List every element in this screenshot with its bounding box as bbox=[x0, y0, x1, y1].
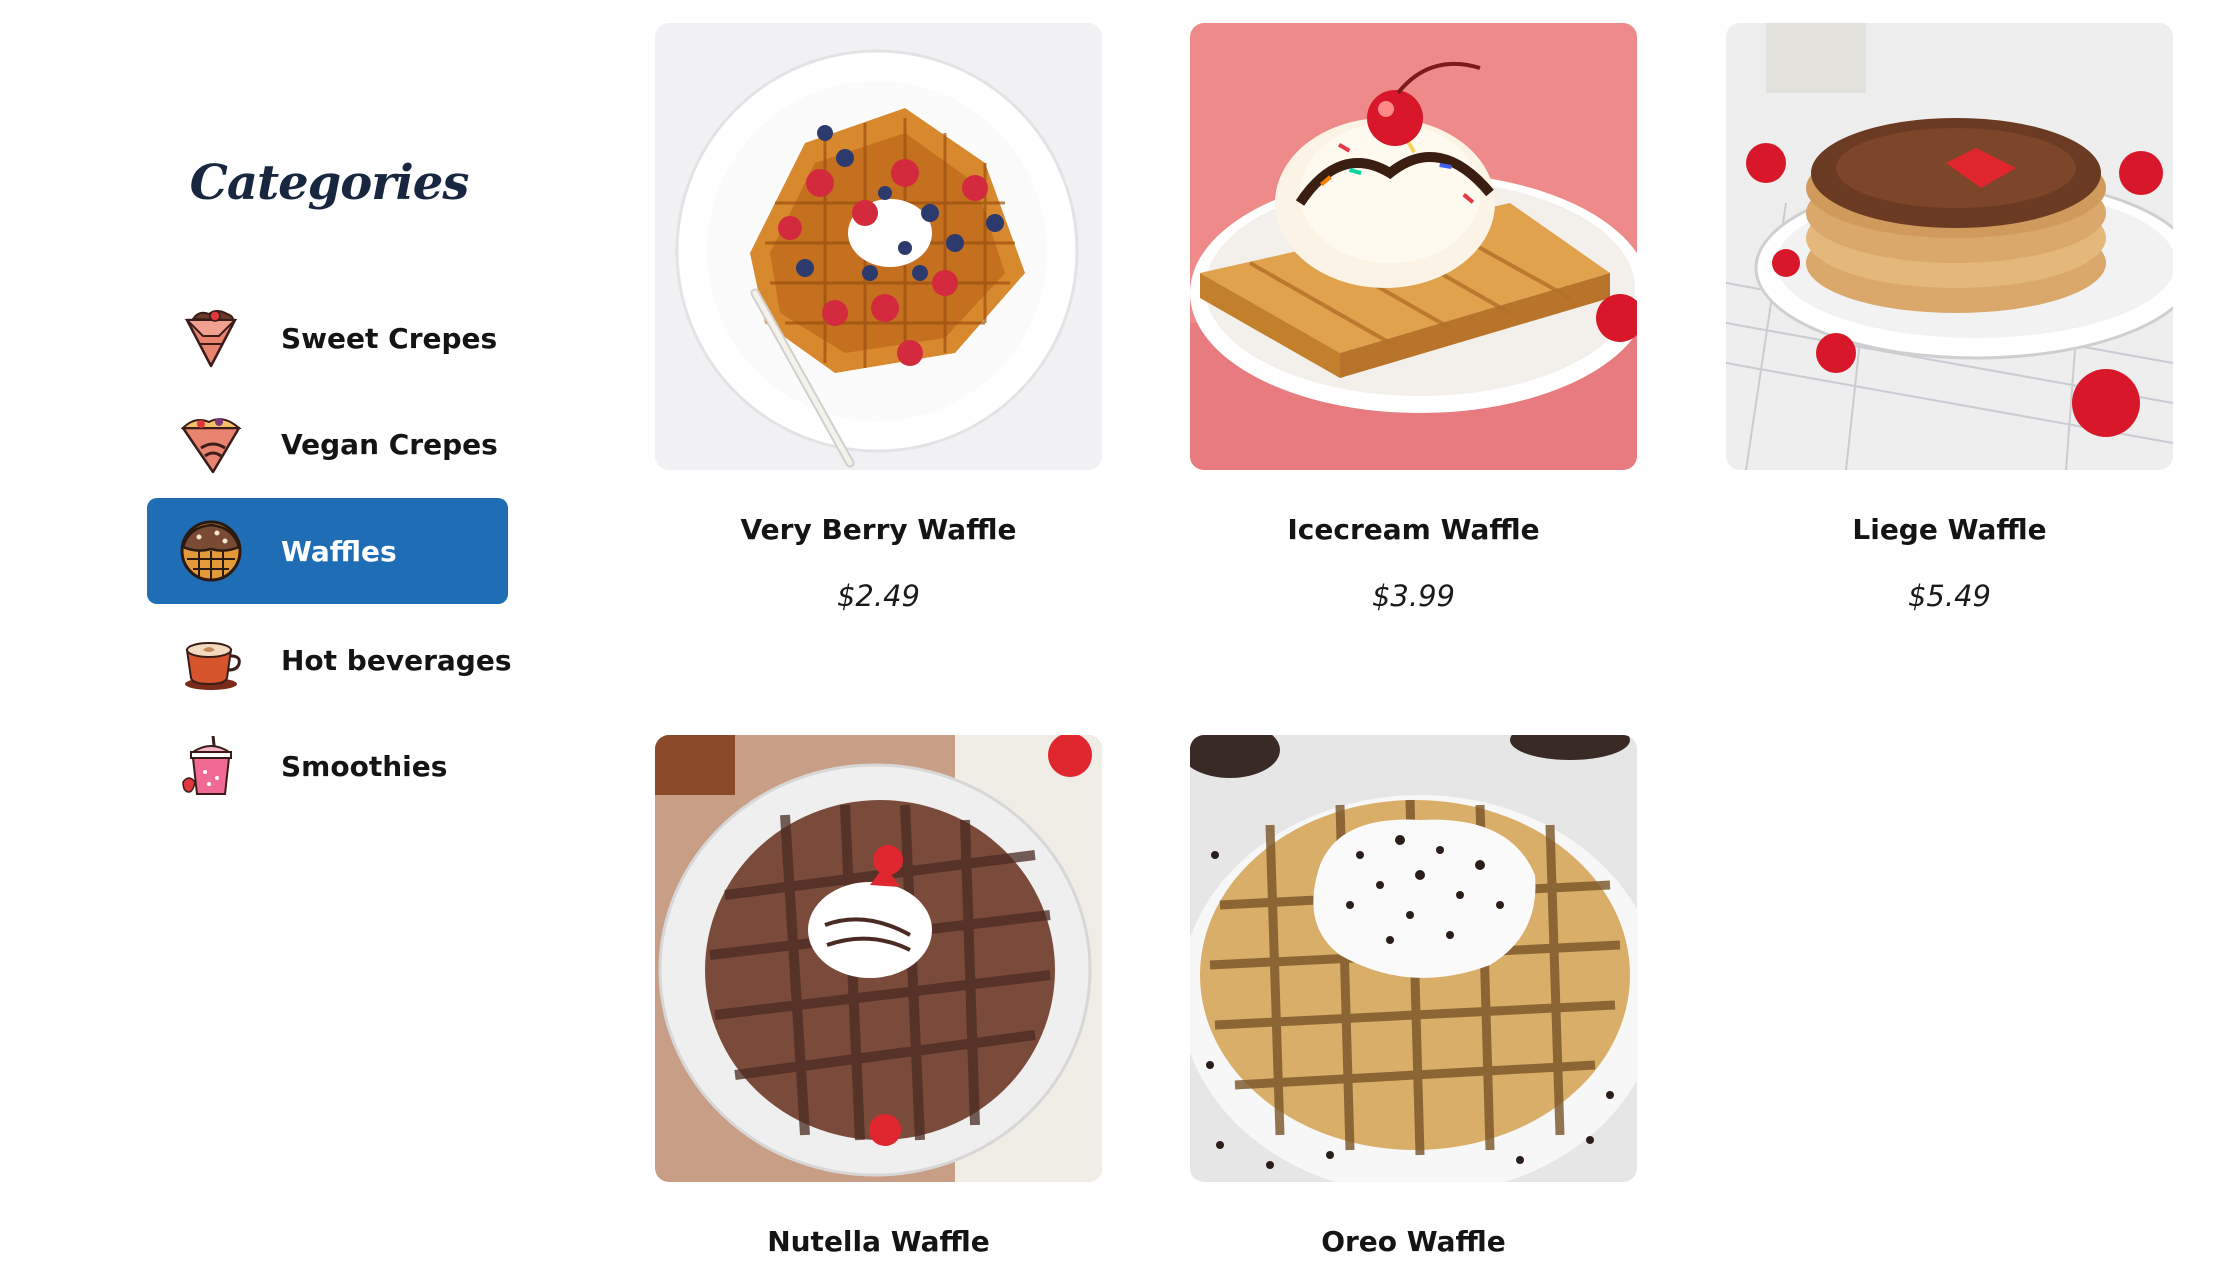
product-card[interactable]: Liege Waffle $5.49 bbox=[1726, 23, 2173, 613]
menu-page: Categories Sweet Crepes Vegan Crepes Waf… bbox=[0, 0, 2222, 1268]
smoothie-icon bbox=[179, 734, 243, 798]
category-label: Hot beverages bbox=[281, 643, 512, 677]
icecream-waffle-image[interactable] bbox=[1190, 23, 1637, 470]
coffee-cup-icon bbox=[179, 628, 243, 692]
product-price: $3.99 bbox=[1371, 579, 1456, 613]
product-name: Oreo Waffle bbox=[1321, 1225, 1506, 1258]
category-label: Waffles bbox=[281, 534, 397, 568]
categories-title: Categories bbox=[189, 155, 470, 211]
product-price: $2.49 bbox=[836, 579, 921, 613]
product-card[interactable]: Icecream Waffle $3.99 bbox=[1190, 23, 1637, 613]
vegan-crepe-icon bbox=[179, 412, 243, 476]
category-smoothies[interactable]: Smoothies bbox=[147, 713, 508, 819]
waffle-icon bbox=[179, 519, 243, 583]
category-sidebar: Categories Sweet Crepes Vegan Crepes Waf… bbox=[0, 0, 600, 1268]
product-card[interactable]: Oreo Waffle bbox=[1190, 735, 1637, 1258]
category-sweet-crepes[interactable]: Sweet Crepes bbox=[147, 285, 508, 391]
product-name: Liege Waffle bbox=[1852, 513, 2047, 546]
liege-waffle-image[interactable] bbox=[1726, 23, 2173, 470]
category-label: Vegan Crepes bbox=[281, 427, 498, 461]
berry-waffle-image[interactable] bbox=[655, 23, 1102, 470]
category-waffles[interactable]: Waffles bbox=[147, 498, 508, 604]
category-label: Sweet Crepes bbox=[281, 321, 498, 355]
product-name: Nutella Waffle bbox=[767, 1225, 990, 1258]
product-name: Icecream Waffle bbox=[1287, 513, 1540, 546]
category-hot-beverages[interactable]: Hot beverages bbox=[147, 607, 512, 713]
category-vegan-crepes[interactable]: Vegan Crepes bbox=[147, 391, 508, 497]
product-card[interactable]: Nutella Waffle bbox=[655, 735, 1102, 1258]
product-card[interactable]: Very Berry Waffle $2.49 bbox=[655, 23, 1102, 613]
product-price: $5.49 bbox=[1907, 579, 1992, 613]
sweet-crepe-icon bbox=[179, 306, 243, 370]
category-label: Smoothies bbox=[281, 749, 448, 783]
nutella-waffle-image[interactable] bbox=[655, 735, 1102, 1182]
oreo-waffle-image[interactable] bbox=[1190, 735, 1637, 1182]
product-name: Very Berry Waffle bbox=[740, 513, 1017, 546]
